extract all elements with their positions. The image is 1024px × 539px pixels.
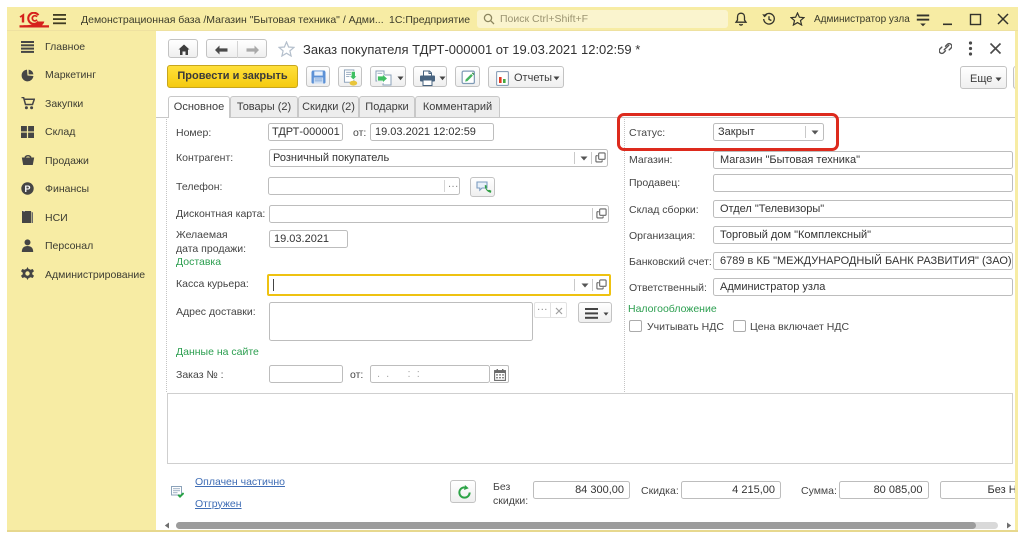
svg-text:Р: Р (24, 184, 30, 194)
